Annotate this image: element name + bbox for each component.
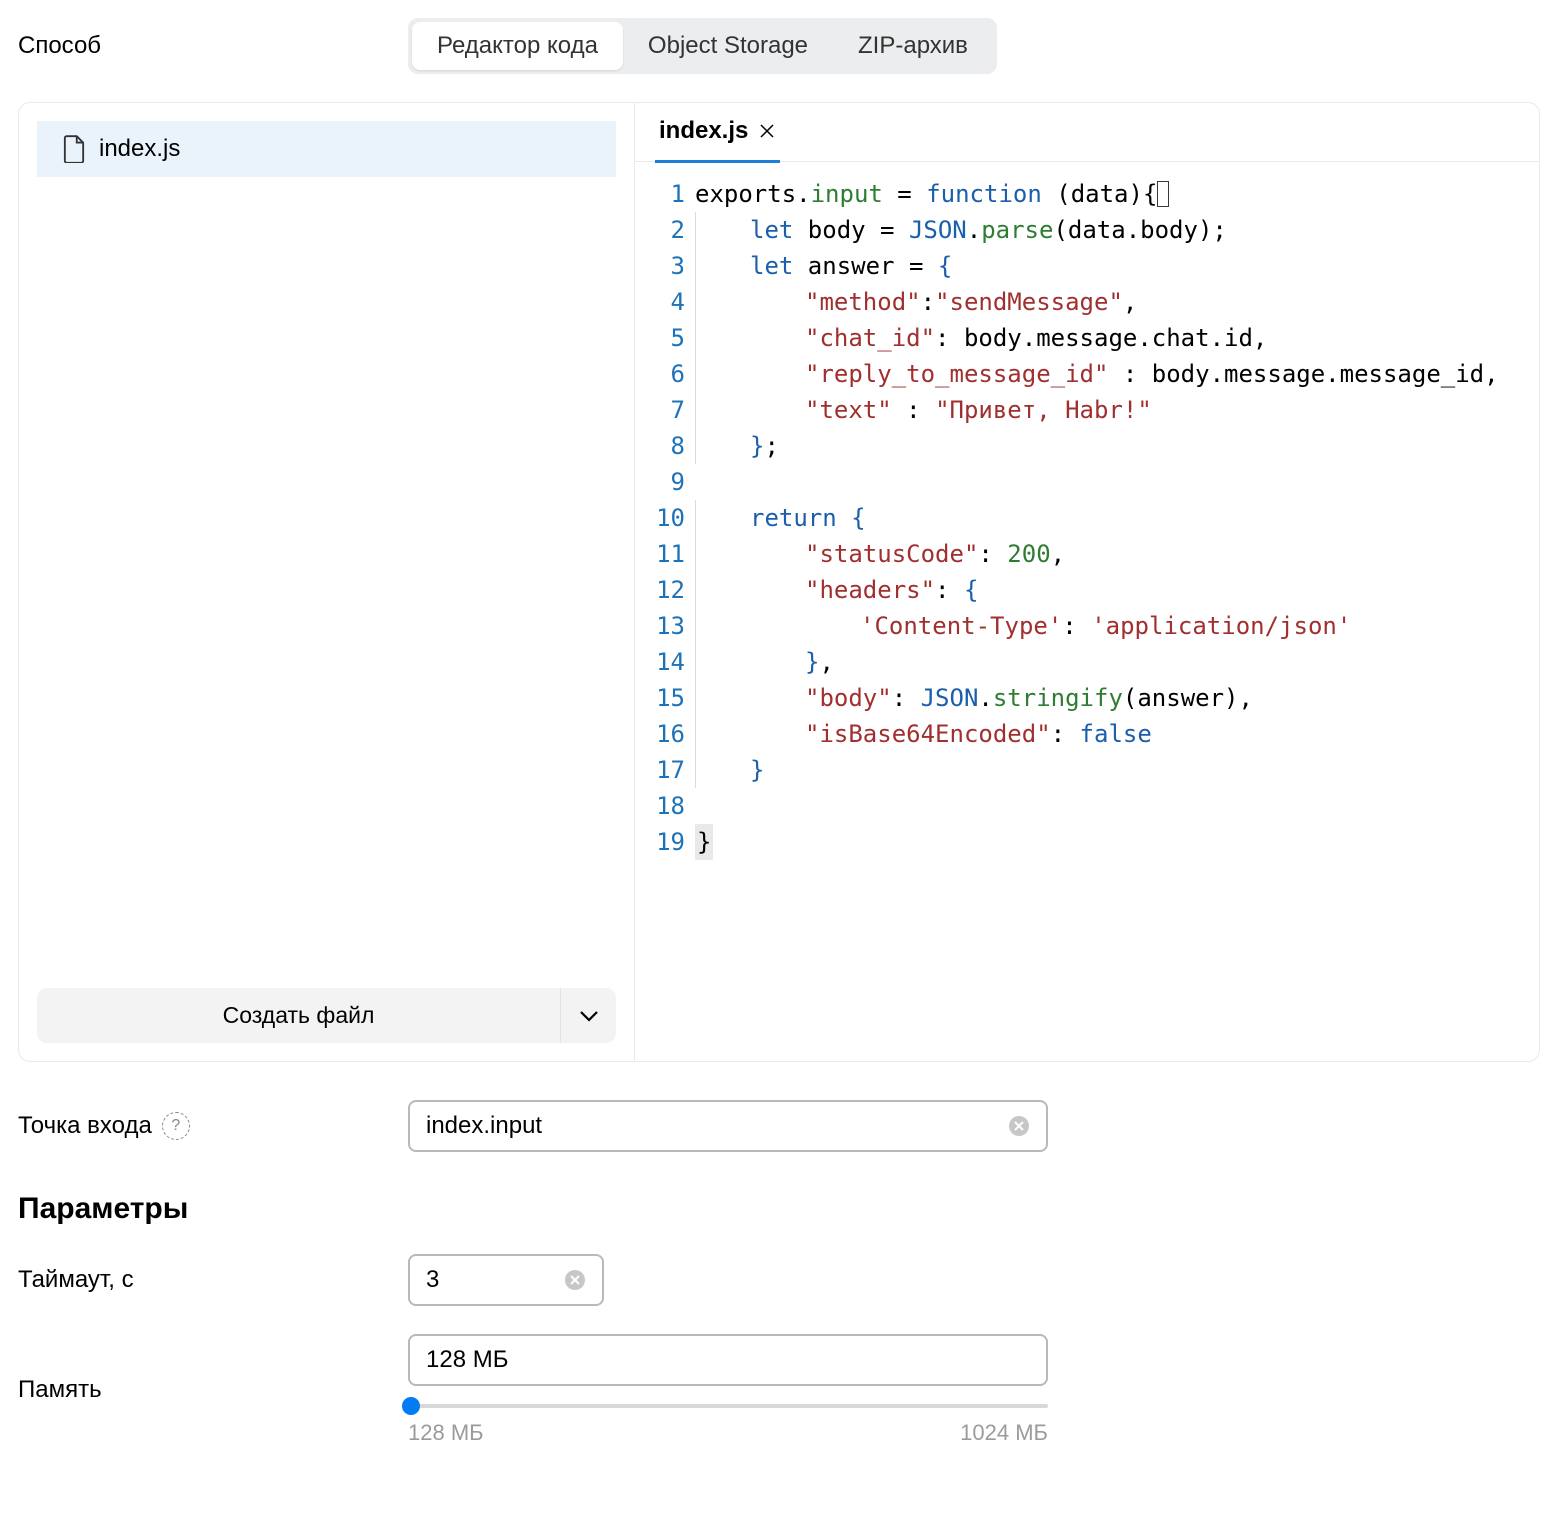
entry-point-row: Точка входа ? index.input	[18, 1100, 1540, 1152]
timeout-value: 3	[426, 1266, 554, 1294]
tab-index-js[interactable]: index.js	[655, 102, 780, 163]
method-label: Способ	[18, 32, 408, 60]
method-opt-object-storage[interactable]: Object Storage	[623, 22, 833, 70]
timeout-input[interactable]: 3	[408, 1254, 604, 1306]
slider-range-labels: 128 МБ 1024 МБ	[408, 1420, 1048, 1446]
code-content[interactable]: exports.input = function (data){let body…	[695, 176, 1539, 860]
memory-max-label: 1024 МБ	[960, 1420, 1048, 1446]
slider-track	[408, 1404, 1048, 1408]
clear-icon[interactable]	[1008, 1115, 1030, 1137]
memory-label: Память	[18, 1376, 408, 1404]
method-opt-zip[interactable]: ZIP-архив	[833, 22, 993, 70]
entry-point-input[interactable]: index.input	[408, 1100, 1048, 1152]
memory-input[interactable]: 128 МБ	[408, 1334, 1048, 1386]
chevron-down-icon	[579, 1010, 599, 1022]
memory-control: 128 МБ 128 МБ 1024 МБ	[408, 1334, 1048, 1446]
line-numbers: 12345678910111213141516171819	[635, 176, 695, 860]
file-icon	[63, 135, 85, 163]
method-opt-code-editor[interactable]: Редактор кода	[412, 22, 623, 70]
create-file-button[interactable]: Создать файл	[37, 988, 560, 1043]
create-file-bar: Создать файл	[37, 988, 616, 1043]
editor-tabs: index.js	[635, 103, 1539, 162]
slider-thumb[interactable]	[402, 1397, 420, 1415]
file-item-label: index.js	[99, 135, 180, 163]
file-list: index.js	[37, 121, 616, 988]
method-segmented: Редактор кода Object Storage ZIP-архив	[408, 18, 997, 74]
memory-value: 128 МБ	[426, 1346, 508, 1374]
file-item-index-js[interactable]: index.js	[37, 121, 616, 177]
memory-row: Память 128 МБ 128 МБ 1024 МБ	[18, 1334, 1540, 1446]
tab-label: index.js	[659, 117, 748, 145]
file-tree-pane: index.js Создать файл	[19, 103, 635, 1061]
code-pane: index.js 12345678910111213141516171819 e…	[635, 103, 1539, 1061]
clear-icon[interactable]	[564, 1269, 586, 1291]
memory-min-label: 128 МБ	[408, 1420, 484, 1446]
entry-point-value: index.input	[426, 1112, 998, 1140]
code-area[interactable]: 12345678910111213141516171819 exports.in…	[635, 162, 1539, 860]
help-icon[interactable]: ?	[162, 1112, 190, 1140]
parameters-heading: Параметры	[18, 1192, 1540, 1226]
close-icon[interactable]	[758, 122, 776, 140]
timeout-row: Таймаут, с 3	[18, 1254, 1540, 1306]
memory-slider[interactable]	[408, 1396, 1048, 1414]
create-file-dropdown[interactable]	[560, 988, 616, 1043]
timeout-label: Таймаут, с	[18, 1266, 408, 1294]
editor-panel: index.js Создать файл index.js 123456789…	[18, 102, 1540, 1062]
entry-point-label: Точка входа ?	[18, 1112, 408, 1140]
method-row: Способ Редактор кода Object Storage ZIP-…	[18, 18, 1540, 74]
